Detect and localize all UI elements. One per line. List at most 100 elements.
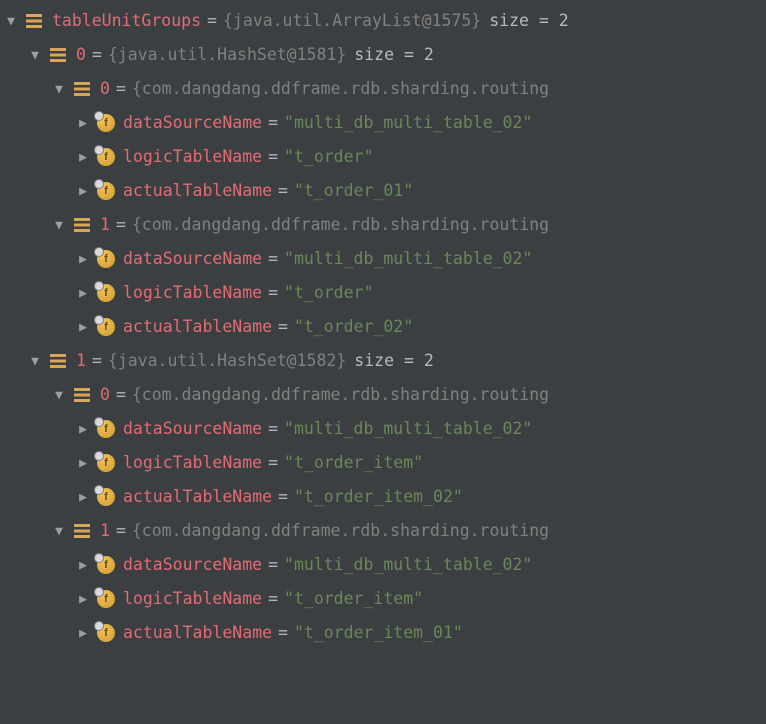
equals: = <box>268 251 278 268</box>
field-value: "t_order_item_02" <box>294 489 463 506</box>
tree-row-field[interactable]: f actualTableName = "t_order_02" <box>0 310 766 344</box>
equals: = <box>116 387 126 404</box>
list-icon <box>70 79 94 99</box>
tree-row-group[interactable]: 0 = {java.util.HashSet@1581} size = 2 <box>0 38 766 72</box>
field-value: "t_order_item_01" <box>294 625 463 642</box>
field-name: logicTableName <box>123 455 262 472</box>
expand-arrow-icon[interactable] <box>48 520 70 542</box>
equals: = <box>268 421 278 438</box>
equals: = <box>92 353 102 370</box>
expand-arrow-icon[interactable] <box>72 146 94 168</box>
tree-row-item[interactable]: 0 = {com.dangdang.ddframe.rdb.sharding.r… <box>0 72 766 106</box>
list-icon <box>46 351 70 371</box>
expand-arrow-icon[interactable] <box>48 78 70 100</box>
list-icon <box>70 215 94 235</box>
tree-row-field[interactable]: f logicTableName = "t_order" <box>0 276 766 310</box>
field-icon: f <box>97 488 115 506</box>
equals: = <box>268 115 278 132</box>
equals: = <box>207 13 217 30</box>
equals: = <box>278 319 288 336</box>
field-value: "t_order_item" <box>284 591 423 608</box>
field-name: actualTableName <box>123 183 272 200</box>
tree-row-field[interactable]: f logicTableName = "t_order_item" <box>0 446 766 480</box>
expand-arrow-icon[interactable] <box>48 214 70 236</box>
equals: = <box>278 183 288 200</box>
expand-arrow-icon[interactable] <box>72 554 94 576</box>
type-info: {com.dangdang.ddframe.rdb.sharding.routi… <box>132 217 549 234</box>
field-name: dataSourceName <box>123 557 262 574</box>
expand-arrow-icon[interactable] <box>72 180 94 202</box>
expand-arrow-icon[interactable] <box>48 384 70 406</box>
tree-row-field[interactable]: f dataSourceName = "multi_db_multi_table… <box>0 242 766 276</box>
expand-arrow-icon[interactable] <box>24 350 46 372</box>
equals: = <box>268 455 278 472</box>
equals: = <box>116 217 126 234</box>
index-label: 0 <box>100 387 110 404</box>
expand-arrow-icon[interactable] <box>72 248 94 270</box>
equals: = <box>268 149 278 166</box>
equals: = <box>92 47 102 64</box>
expand-arrow-icon[interactable] <box>72 418 94 440</box>
field-name: actualTableName <box>123 319 272 336</box>
field-value: "multi_db_multi_table_02" <box>284 115 532 132</box>
type-info: {com.dangdang.ddframe.rdb.sharding.routi… <box>132 81 549 98</box>
field-icon: f <box>97 454 115 472</box>
expand-arrow-icon[interactable] <box>0 10 22 32</box>
tree-row-field[interactable]: f dataSourceName = "multi_db_multi_table… <box>0 106 766 140</box>
tree-row-field[interactable]: f logicTableName = "t_order" <box>0 140 766 174</box>
expand-arrow-icon[interactable] <box>72 452 94 474</box>
field-icon: f <box>97 420 115 438</box>
tree-row-field[interactable]: f logicTableName = "t_order_item" <box>0 582 766 616</box>
tree-row-field[interactable]: f actualTableName = "t_order_item_02" <box>0 480 766 514</box>
expand-arrow-icon[interactable] <box>72 622 94 644</box>
field-value: "t_order" <box>284 149 373 166</box>
equals: = <box>278 489 288 506</box>
size-label: size = 2 <box>354 47 433 64</box>
field-icon: f <box>97 114 115 132</box>
field-value: "t_order_02" <box>294 319 413 336</box>
var-name: tableUnitGroups <box>52 13 201 30</box>
expand-arrow-icon[interactable] <box>72 588 94 610</box>
tree-row-group[interactable]: 1 = {java.util.HashSet@1582} size = 2 <box>0 344 766 378</box>
expand-arrow-icon[interactable] <box>72 112 94 134</box>
field-name: logicTableName <box>123 285 262 302</box>
field-icon: f <box>97 624 115 642</box>
expand-arrow-icon[interactable] <box>72 282 94 304</box>
field-icon: f <box>97 318 115 336</box>
field-value: "t_order" <box>284 285 373 302</box>
tree-row-root[interactable]: tableUnitGroups = {java.util.ArrayList@1… <box>0 4 766 38</box>
field-value: "t_order_item" <box>284 455 423 472</box>
tree-row-item[interactable]: 1 = {com.dangdang.ddframe.rdb.sharding.r… <box>0 514 766 548</box>
type-info: {java.util.HashSet@1581} <box>108 47 346 64</box>
equals: = <box>268 591 278 608</box>
field-icon: f <box>97 182 115 200</box>
index-label: 1 <box>100 217 110 234</box>
equals: = <box>268 557 278 574</box>
field-name: dataSourceName <box>123 421 262 438</box>
tree-row-field[interactable]: f actualTableName = "t_order_01" <box>0 174 766 208</box>
index-label: 0 <box>76 47 86 64</box>
field-icon: f <box>97 250 115 268</box>
list-icon <box>46 45 70 65</box>
tree-row-field[interactable]: f dataSourceName = "multi_db_multi_table… <box>0 548 766 582</box>
field-name: logicTableName <box>123 149 262 166</box>
tree-row-item[interactable]: 1 = {com.dangdang.ddframe.rdb.sharding.r… <box>0 208 766 242</box>
type-info: {java.util.ArrayList@1575} <box>223 13 481 30</box>
field-value: "multi_db_multi_table_02" <box>284 251 532 268</box>
list-icon <box>70 521 94 541</box>
field-name: dataSourceName <box>123 115 262 132</box>
equals: = <box>116 81 126 98</box>
tree-row-field[interactable]: f actualTableName = "t_order_item_01" <box>0 616 766 650</box>
tree-row-item[interactable]: 0 = {com.dangdang.ddframe.rdb.sharding.r… <box>0 378 766 412</box>
expand-arrow-icon[interactable] <box>72 316 94 338</box>
expand-arrow-icon[interactable] <box>24 44 46 66</box>
field-name: logicTableName <box>123 591 262 608</box>
tree-row-field[interactable]: f dataSourceName = "multi_db_multi_table… <box>0 412 766 446</box>
field-name: dataSourceName <box>123 251 262 268</box>
field-value: "multi_db_multi_table_02" <box>284 557 532 574</box>
type-info: {com.dangdang.ddframe.rdb.sharding.routi… <box>132 523 549 540</box>
field-icon: f <box>97 556 115 574</box>
index-label: 1 <box>76 353 86 370</box>
expand-arrow-icon[interactable] <box>72 486 94 508</box>
index-label: 0 <box>100 81 110 98</box>
